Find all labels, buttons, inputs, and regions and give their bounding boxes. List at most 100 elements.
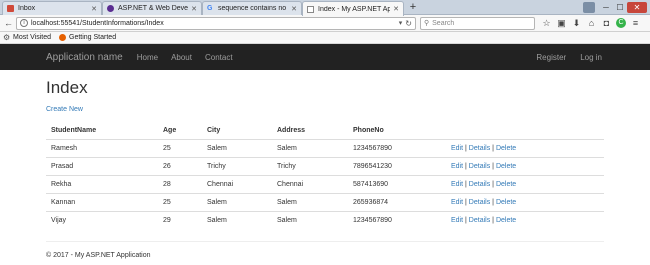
cell-address: Salem <box>272 211 348 230</box>
cell-actions: Edit | Details | Delete <box>446 193 604 212</box>
bookmark-getting-started[interactable]: Getting Started <box>59 34 116 41</box>
user-avatar-icon[interactable] <box>583 1 595 13</box>
cell-age: 29 <box>158 211 202 230</box>
close-icon[interactable]: ✕ <box>191 5 197 13</box>
cell-address: Salem <box>272 193 348 212</box>
reload-icon[interactable]: ↻ <box>405 19 412 28</box>
home-icon[interactable]: ⌂ <box>586 18 597 29</box>
action-separator: | <box>492 217 494 225</box>
details-link[interactable]: Details <box>469 217 490 224</box>
cell-city: Salem <box>202 193 272 212</box>
table-row: Ramesh 25 Salem Salem 1234567890 Edit | Detai… <box>46 140 604 158</box>
table-row: Kannan 25 Salem Salem 265936874 Edit | Detail… <box>46 193 604 212</box>
menu-icon[interactable]: ≡ <box>630 18 641 29</box>
tab-google-search[interactable]: G sequence contains no ele... ✕ <box>202 1 302 15</box>
action-separator: | <box>465 181 467 188</box>
cell-actions: Edit | Details | Delete <box>446 175 604 194</box>
footer-divider <box>46 240 604 242</box>
tab-label: sequence contains no ele... <box>218 5 288 12</box>
cell-actions: Edit | Details | Delete <box>446 157 604 176</box>
back-icon[interactable]: ← <box>3 18 14 29</box>
info-icon[interactable]: i <box>20 19 28 27</box>
window-close-icon[interactable]: ✕ <box>627 1 647 13</box>
cell-age: 25 <box>163 145 171 152</box>
action-separator: | <box>465 145 467 152</box>
clipboard-icon[interactable]: ▣ <box>556 18 567 29</box>
pocket-icon[interactable]: ◘ <box>601 18 612 29</box>
table-header-row: StudentName Age City Address PhoneNo <box>46 122 604 140</box>
cell-actions: Edit | Details | Delete <box>446 211 604 230</box>
tab-label: ASP.NET & Web Developm... <box>118 5 189 12</box>
edit-link[interactable]: Edit <box>451 199 463 206</box>
close-icon[interactable]: ✕ <box>291 5 297 13</box>
delete-link[interactable]: Delete <box>496 163 516 170</box>
cell-age: 26 <box>158 157 202 176</box>
download-icon[interactable]: ⬇ <box>571 18 582 29</box>
cell-student-name: Vijay <box>46 211 158 230</box>
header-city: City <box>202 122 272 140</box>
page-title: Index <box>46 78 88 97</box>
delete-link[interactable]: Delete <box>496 145 516 152</box>
nav-register[interactable]: Register <box>536 53 566 62</box>
cell-student-name: Ramesh <box>51 145 78 152</box>
details-link[interactable]: Details <box>469 163 490 170</box>
close-icon[interactable]: ✕ <box>91 5 97 13</box>
edit-link[interactable]: Edit <box>451 217 463 224</box>
page-icon <box>307 5 314 13</box>
header-address: Address <box>272 122 348 140</box>
delete-link[interactable]: Delete <box>496 199 516 206</box>
action-separator: | <box>492 199 494 206</box>
bookmark-most-visited[interactable]: ⚙ Most Visited <box>3 33 51 42</box>
details-link[interactable]: Details <box>469 145 490 152</box>
action-separator: | <box>492 181 494 188</box>
browser-tab-bar: Inbox ✕ ASP.NET & Web Developm... ✕ G se… <box>0 0 650 16</box>
nav-login[interactable]: Log in <box>580 53 602 62</box>
cell-student-name: Kannan <box>46 193 158 212</box>
search-input[interactable]: ⚲ Search <box>420 16 535 30</box>
nav-contact[interactable]: Contact <box>205 53 233 62</box>
tab-inbox[interactable]: Inbox ✕ <box>2 1 102 15</box>
create-new-link[interactable]: Create New <box>46 106 83 113</box>
new-tab-button[interactable]: + <box>406 0 420 14</box>
action-separator: | <box>465 199 467 206</box>
brand-link[interactable]: Application name <box>46 52 123 63</box>
cell-phone: 265936874 <box>348 193 446 212</box>
header-actions <box>446 122 604 140</box>
edit-link[interactable]: Edit <box>451 163 463 170</box>
tab-index-active[interactable]: Index - My ASP.NET Applic... ✕ <box>302 1 404 16</box>
cell-student-name: Prasad <box>46 157 158 176</box>
main-content: Index Create New StudentName Age City Ad… <box>0 78 650 259</box>
action-separator: | <box>465 217 467 225</box>
delete-link[interactable]: Delete <box>496 181 516 188</box>
close-icon[interactable]: ✕ <box>393 5 399 13</box>
action-separator: | <box>492 145 494 152</box>
cell-phone: 1234567890 <box>353 145 392 152</box>
header-student-name: StudentName <box>46 122 158 140</box>
site-navbar: Application name Home About Contact Regi… <box>0 44 650 70</box>
cell-phone: 7896541230 <box>348 157 446 176</box>
bookmark-label: Getting Started <box>69 34 117 41</box>
details-link[interactable]: Details <box>469 181 490 188</box>
delete-link[interactable]: Delete <box>496 217 516 224</box>
edit-link[interactable]: Edit <box>451 145 463 152</box>
gear-icon: ⚙ <box>3 33 11 42</box>
tab-aspnet[interactable]: ASP.NET & Web Developm... ✕ <box>102 1 202 15</box>
chevron-down-icon[interactable]: ▾ <box>399 19 403 27</box>
minimize-icon[interactable]: ─ <box>599 2 613 13</box>
details-link[interactable]: Details <box>469 199 490 206</box>
cell-address: Chennai <box>272 175 348 194</box>
cell-city: Salem <box>202 211 272 230</box>
cell-city: Trichy <box>202 157 272 176</box>
action-separator: | <box>465 163 467 170</box>
firefox-icon <box>59 34 66 41</box>
nav-about[interactable]: About <box>171 53 192 62</box>
nav-home[interactable]: Home <box>137 53 158 62</box>
header-age: Age <box>158 122 202 140</box>
nav-right: Register Log in <box>522 53 602 62</box>
url-bar[interactable]: i localhost:55541/StudentInformations/In… <box>16 16 416 30</box>
aspnet-icon <box>107 5 114 12</box>
extension-icon[interactable]: C <box>616 18 626 28</box>
edit-link[interactable]: Edit <box>451 181 463 188</box>
maximize-icon[interactable]: ☐ <box>613 2 627 13</box>
star-bookmark-icon[interactable]: ☆ <box>541 18 552 29</box>
